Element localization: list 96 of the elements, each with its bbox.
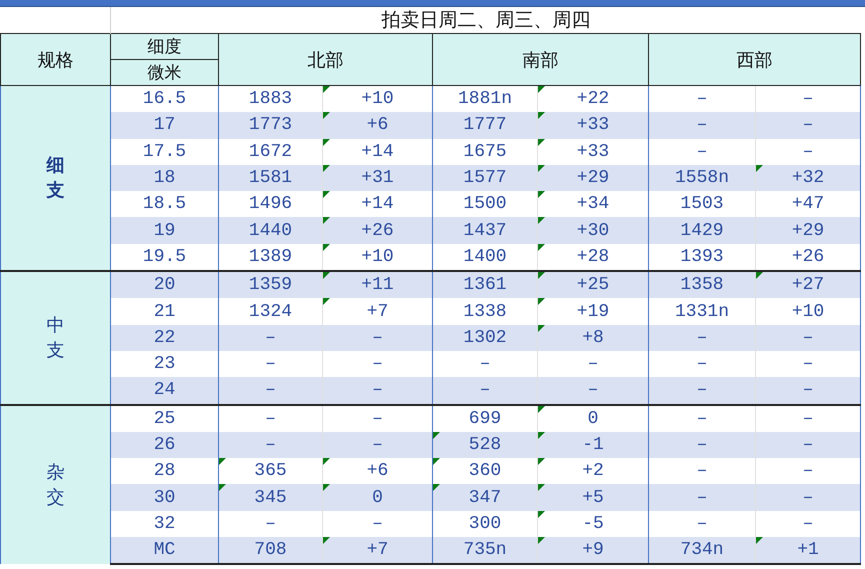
table-cell: +1 [756,537,861,564]
table-cell: – [648,86,756,112]
table-cell: – [648,510,756,538]
table-cell: +8 [538,324,648,351]
table-cell: 1581 [218,164,322,192]
table-cell: – [218,377,322,405]
table-cell: – [432,350,538,378]
table-cell: 1400 [432,244,538,272]
column-header: 西部 [648,34,861,86]
table-cell: 1324 [218,298,322,325]
table-cell: +30 [538,217,648,244]
table-cell: 1503 [648,191,756,218]
table-cell: 1577 [432,164,538,192]
table-cell: – [756,432,861,458]
column-header: 细度 [110,34,218,60]
table-cell: – [648,324,756,351]
table-cell: 22 [110,324,218,351]
table-cell: – [218,324,322,351]
table-cell: 1777 [432,112,538,139]
table-cell: 1393 [648,244,756,272]
table-cell: 360 [432,458,538,484]
column-header: 南部 [432,34,648,86]
table-cell: 345 [218,484,322,511]
table-cell: 17 [110,112,218,139]
table-cell: 1331n [648,298,756,325]
table-cell: 30 [110,484,218,511]
table-cell: 1672 [218,138,322,165]
column-header: 微米 [110,60,218,86]
table-cell: 347 [432,484,538,511]
column-header: 规格 [0,34,110,86]
group-label: 细支 [0,86,110,272]
table-cell: – [648,377,756,405]
table-cell: 19 [110,217,218,244]
table-cell: 1358 [648,271,756,298]
table-cell: 1429 [648,217,756,244]
table-cell: 708 [218,537,322,564]
table-cell: – [648,112,756,139]
table-cell: 1361 [432,271,538,298]
table-cell: +11 [322,271,432,298]
table-cell: +9 [538,537,648,564]
table-cell: – [432,377,538,405]
table-cell: 1773 [218,112,322,139]
table-cell: 1338 [432,298,538,325]
table-cell: +5 [538,484,648,511]
table-cell: – [218,350,322,378]
table-cell: 1496 [218,191,322,218]
table-cell: 26 [110,432,218,458]
table-cell: +32 [756,164,861,192]
table-cell: – [648,432,756,458]
table-cell: +29 [538,164,648,192]
table-cell: -1 [538,432,648,458]
table-cell: 1302 [432,324,538,351]
table-cell: 365 [218,458,322,484]
table-cell: – [538,377,648,405]
table-cell: 18 [110,164,218,192]
table-cell: 1558n [648,164,756,192]
table-cell: +26 [322,217,432,244]
table-cell: – [218,510,322,538]
table-cell: 1675 [432,138,538,165]
table-cell: 1359 [218,271,322,298]
group-label: 杂交 [0,404,110,564]
table-cell: +31 [322,164,432,192]
table-cell: +7 [322,537,432,564]
table-cell: 0 [322,484,432,511]
table-cell: 1881n [432,86,538,112]
table-cell: 735n [432,537,538,564]
table-cell: – [648,458,756,484]
table-cell: 20 [110,271,218,298]
table-cell: – [322,432,432,458]
table-cell: +25 [538,271,648,298]
group-label: 中支 [0,271,110,405]
table-cell: – [648,484,756,511]
table-cell: – [756,324,861,351]
table-cell: – [648,350,756,378]
table-cell: – [218,432,322,458]
table-cell: 300 [432,510,538,538]
table-cell: 1883 [218,86,322,112]
table-cell: – [756,484,861,511]
table-cell: +29 [756,217,861,244]
table-cell: – [322,324,432,351]
table-cell: 1389 [218,244,322,272]
table-cell: +27 [756,271,861,298]
table-cell: – [756,112,861,139]
table-cell: 1437 [432,217,538,244]
table-cell: MC [110,537,218,564]
column-header: 北部 [218,34,432,86]
table-cell: – [648,138,756,165]
table-cell: 1500 [432,191,538,218]
table-cell: 734n [648,537,756,564]
table-cell: 1440 [218,217,322,244]
table-cell: +6 [322,112,432,139]
table-cell: 24 [110,377,218,405]
table-cell: – [756,377,861,405]
table-cell: – [322,377,432,405]
table-cell: +33 [538,112,648,139]
table-cell: 528 [432,432,538,458]
